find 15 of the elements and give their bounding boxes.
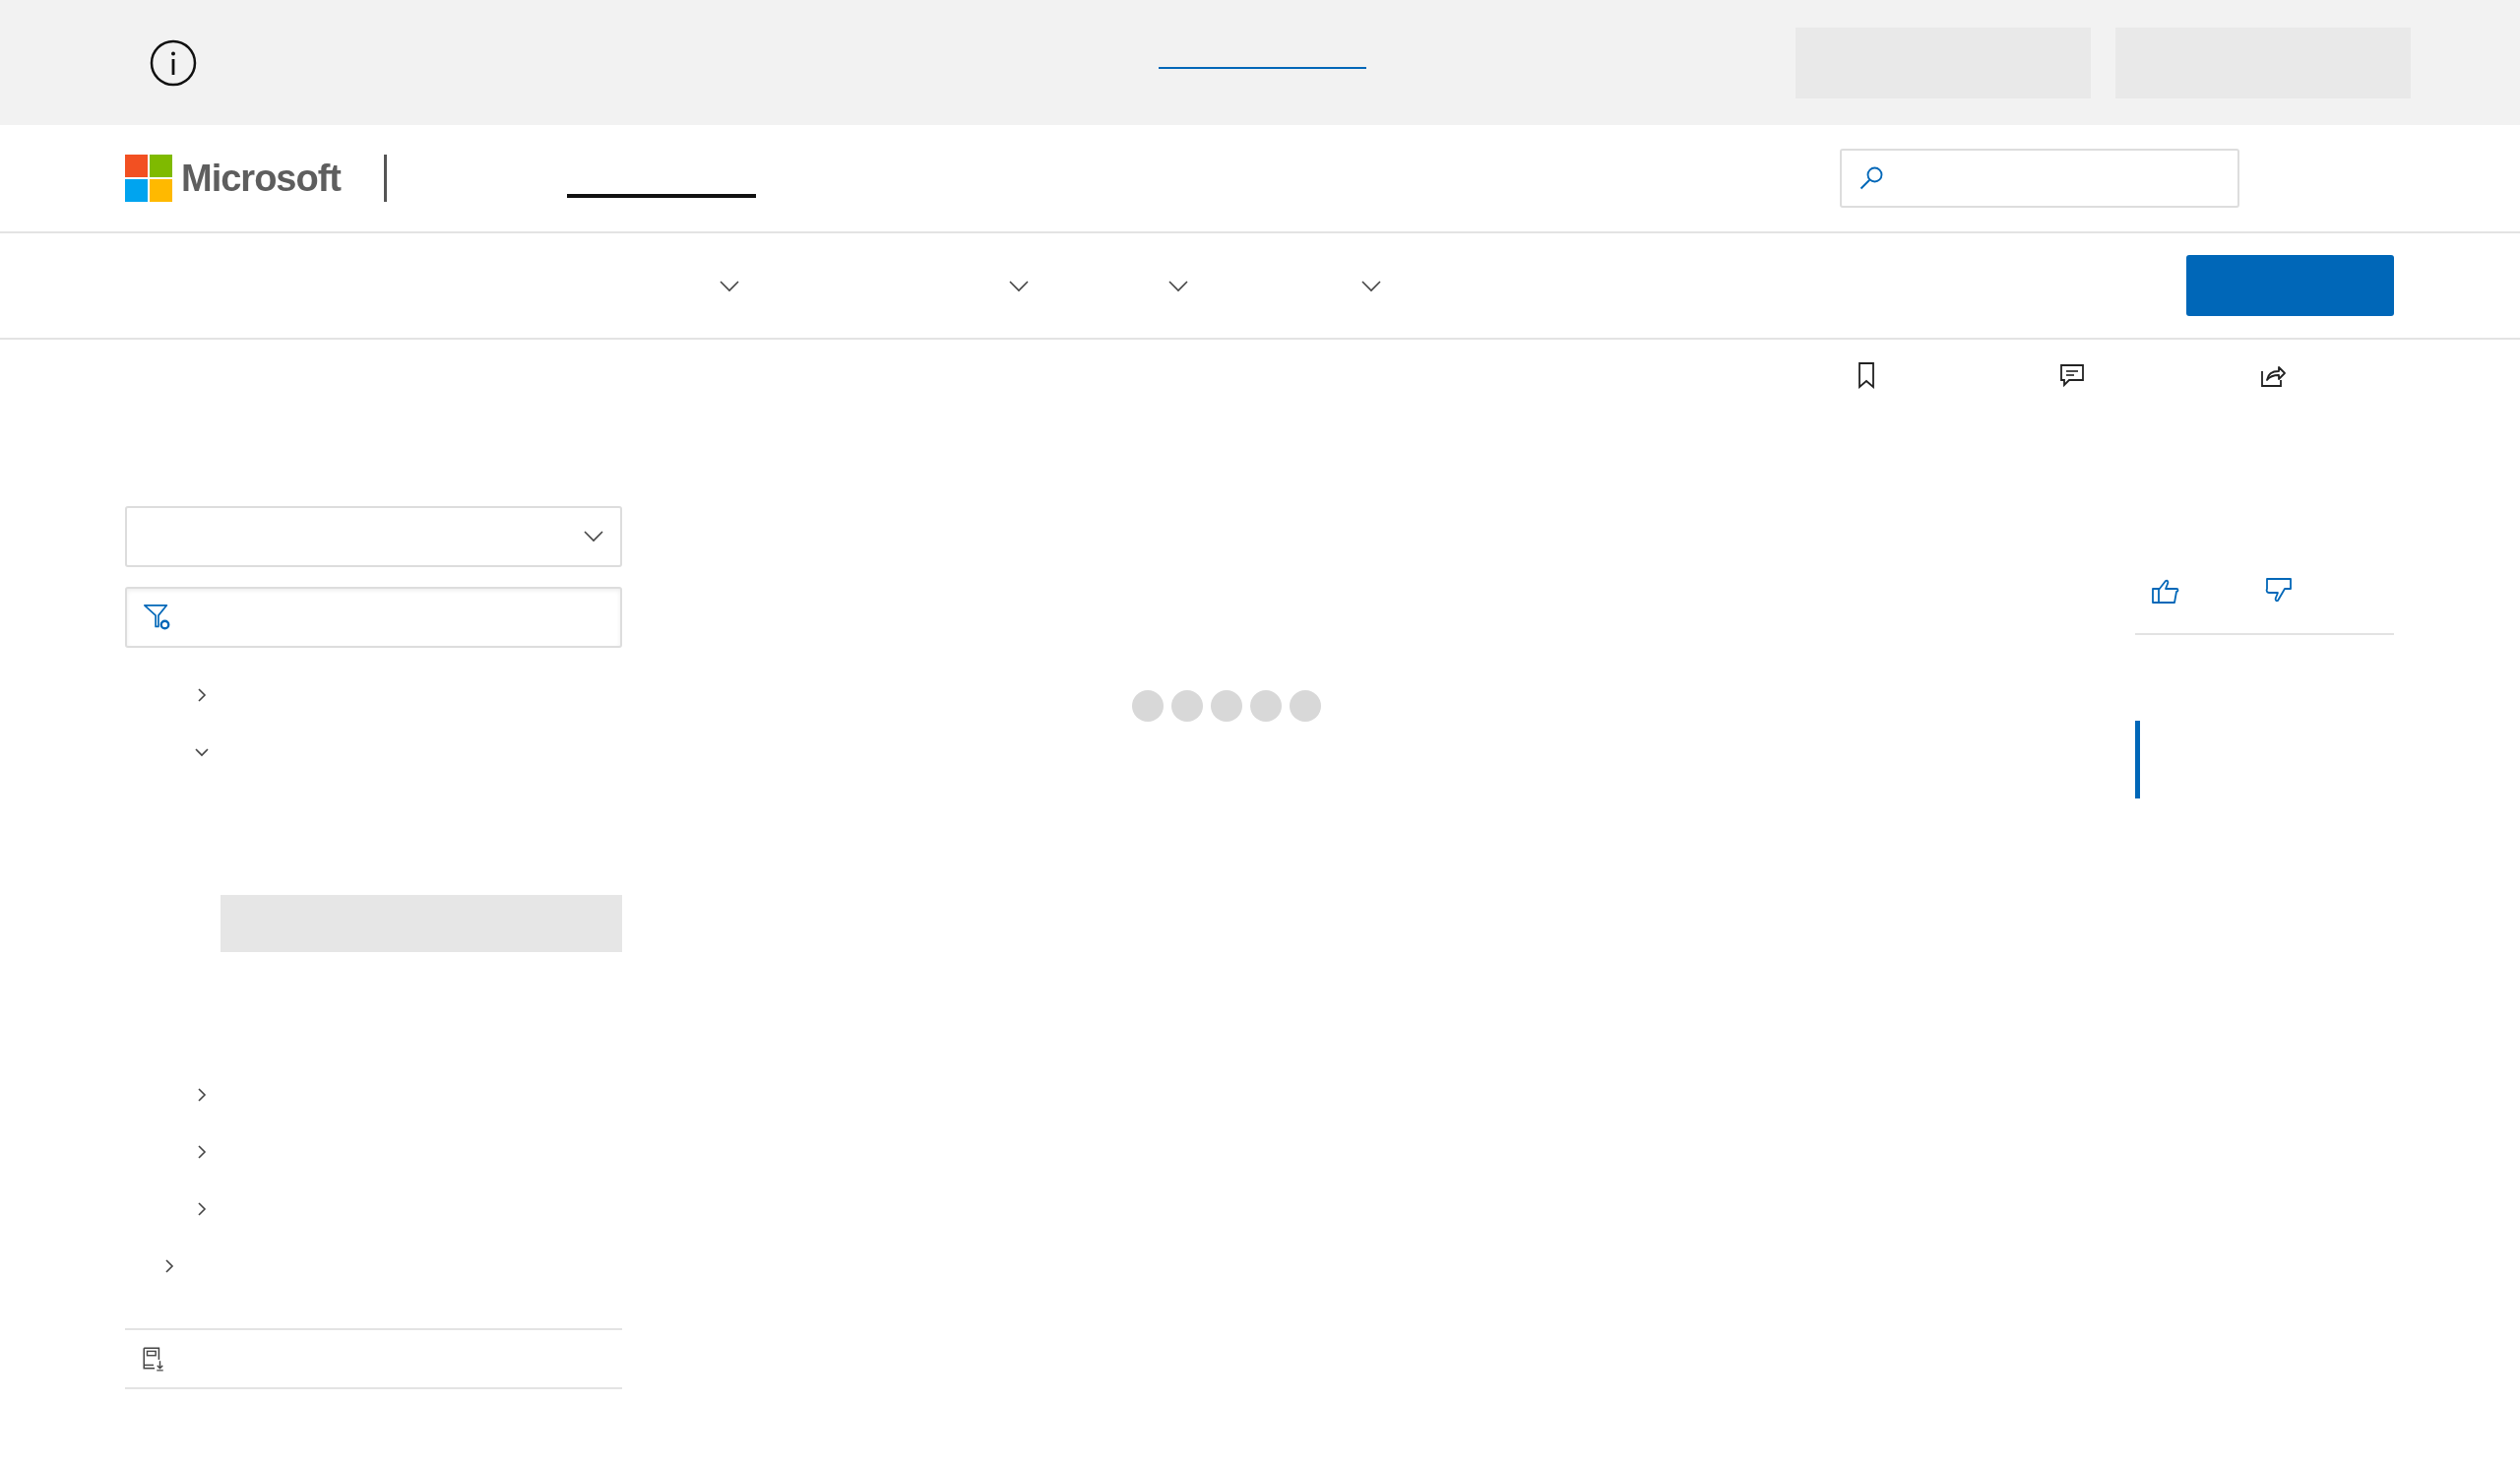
chevron-down-icon[interactable]	[1168, 281, 1188, 292]
filter-icon	[143, 603, 172, 632]
chevron-down-icon[interactable]	[1361, 281, 1381, 292]
search-field[interactable]	[1840, 149, 2239, 208]
chevron-down-icon[interactable]	[1009, 281, 1029, 292]
brand-name[interactable]: Microsoft	[181, 157, 341, 200]
link-underline[interactable]	[1159, 66, 1366, 69]
chevron-down-icon[interactable]	[720, 281, 739, 292]
search-icon	[1858, 164, 1885, 192]
filter-field[interactable]	[125, 587, 622, 648]
info-icon	[150, 38, 197, 87]
comment-icon[interactable]	[2058, 361, 2086, 389]
document-download-icon	[141, 1346, 166, 1371]
logo-icon[interactable]	[125, 155, 172, 202]
chevron-down-icon	[584, 531, 603, 542]
